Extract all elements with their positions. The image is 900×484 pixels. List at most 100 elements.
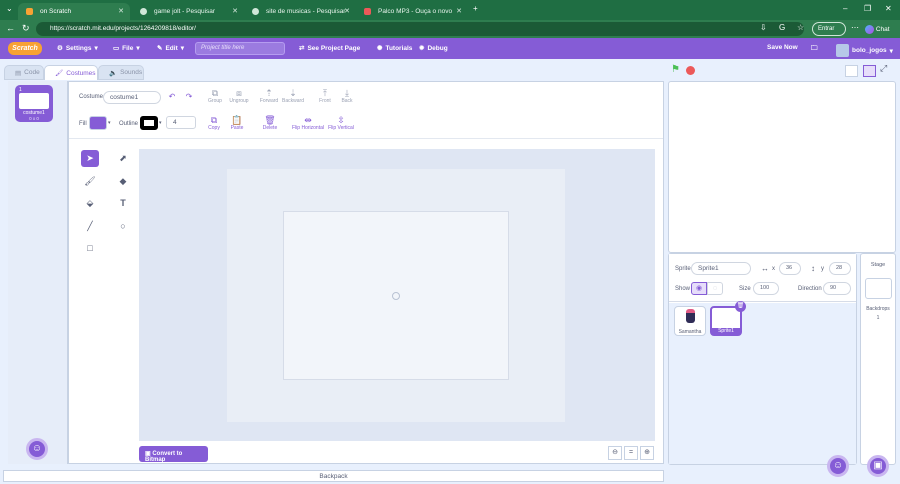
delete-button[interactable]: 🗑 Delete <box>256 115 284 131</box>
delete-sprite-icon[interactable]: 🗑 <box>735 301 746 312</box>
x-input[interactable]: 36 <box>779 262 801 275</box>
my-stuff-button[interactable]: 🗀 <box>811 44 818 55</box>
paste-button[interactable]: 📋 Paste <box>223 115 251 131</box>
choose-costume-button[interactable]: ☺ <box>26 438 48 460</box>
circle-tool-icon[interactable]: ○ <box>114 218 132 235</box>
flip-horizontal-icon: ⇹ <box>304 115 312 125</box>
account-menu[interactable]: bolo_jogos ▾ <box>836 44 893 57</box>
redo-icon[interactable]: ↷ <box>182 92 196 101</box>
reload-icon[interactable]: ↻ <box>22 23 30 34</box>
green-flag-icon[interactable]: ⚑ <box>671 64 680 75</box>
sign-in-button[interactable]: Entrar <box>812 22 846 36</box>
browser-tab-game-jolt[interactable]: game jolt - Pesquisar ✕ <box>132 3 244 20</box>
close-icon[interactable]: ✕ <box>456 7 462 15</box>
see-project-page-button[interactable]: ⇄ See Project Page <box>299 44 360 53</box>
backward-button[interactable]: ⇣ Backward <box>279 88 307 104</box>
url-field[interactable]: https://scratch.mit.edu/projects/1264209… <box>36 22 804 36</box>
stage-title: Stage <box>870 262 886 268</box>
close-icon[interactable]: ✕ <box>344 7 350 15</box>
zoom-in-button[interactable]: ⊕ <box>640 446 654 460</box>
back-button[interactable]: ⤓ Back <box>333 88 361 104</box>
debug-label: Debug <box>427 44 448 52</box>
stage-selector[interactable]: Stage Backdrops 1 <box>860 253 896 465</box>
convert-to-bitmap-button[interactable]: ▣ Convert to Bitmap <box>139 446 208 463</box>
tab-code[interactable]: ▤ Code <box>4 65 44 80</box>
chat-button[interactable]: Chat <box>865 22 890 34</box>
minimize-icon[interactable]: – <box>843 4 847 13</box>
stage-canvas[interactable] <box>668 81 896 253</box>
reshape-tool-icon[interactable]: ⬈ <box>114 150 132 167</box>
backpack-label: Backpack <box>319 473 348 480</box>
select-tool-icon[interactable]: ➤ <box>81 150 99 167</box>
undo-icon[interactable]: ↶ <box>165 92 179 101</box>
y-label: y <box>821 266 824 272</box>
scratch-logo[interactable]: Scratch <box>8 42 42 55</box>
zoom-reset-button[interactable]: = <box>624 446 638 460</box>
edit-label: Edit <box>165 44 178 52</box>
paint-canvas[interactable] <box>283 211 509 380</box>
show-visible-button[interactable]: ◉ <box>691 282 707 295</box>
debug-icon: ✹ <box>419 45 425 52</box>
browser-tab-palco-mp3[interactable]: Palco MP3 - Ouça o novo ✕ <box>356 3 468 20</box>
save-now-button[interactable]: Save Now <box>767 44 798 51</box>
size-label: Size <box>739 286 751 292</box>
small-stage-icon[interactable] <box>845 65 858 77</box>
window-close-icon[interactable]: ✕ <box>885 4 892 13</box>
hide-button[interactable]: ◌ <box>707 282 723 295</box>
ungroup-button[interactable]: ⧈ Ungroup <box>225 88 253 104</box>
outline-width-input[interactable]: 4 <box>166 116 196 129</box>
backpack-bar[interactable]: Backpack <box>3 470 664 482</box>
outline-color-swatch[interactable] <box>140 116 158 130</box>
browser-tab-site-musicas[interactable]: site de musicas - Pesquisar ✕ <box>244 3 356 20</box>
size-input[interactable]: 100 <box>753 282 779 295</box>
direction-input[interactable]: 90 <box>823 282 851 295</box>
fill-color-swatch[interactable] <box>89 116 107 130</box>
direction-value: 90 <box>830 285 837 291</box>
sprite-name-input[interactable]: Sprite1 <box>691 262 751 275</box>
choose-backdrop-button[interactable]: ▣ <box>867 455 889 477</box>
eraser-tool-icon[interactable]: ◆ <box>114 173 132 190</box>
normal-stage-icon[interactable] <box>863 65 876 77</box>
close-icon[interactable]: ✕ <box>118 7 124 15</box>
flip-vertical-button[interactable]: ⇳ Flip Vertical <box>326 115 356 131</box>
line-tool-icon[interactable]: ╱ <box>81 218 99 235</box>
tab-sounds[interactable]: 🔈 Sounds <box>98 65 144 80</box>
back-icon[interactable]: ← <box>6 23 15 33</box>
file-label: File <box>122 44 134 52</box>
flip-horizontal-button[interactable]: ⇹ Flip Horizontal <box>291 115 325 131</box>
tab-costumes[interactable]: 🖌 Costumes <box>44 65 98 80</box>
google-icon[interactable]: G <box>779 23 785 32</box>
size-value: 100 <box>760 285 770 291</box>
costume-name-input[interactable]: costume1 <box>103 91 161 104</box>
stop-icon[interactable] <box>686 66 695 75</box>
fill-tool-icon[interactable]: ⬙ <box>81 195 99 212</box>
rectangle-tool-icon[interactable]: □ <box>81 240 99 257</box>
edit-menu[interactable]: ✎ Edit ▾ <box>157 44 184 53</box>
more-menu-icon[interactable]: ⋯ <box>851 23 859 32</box>
flip-horizontal-label: Flip Horizontal <box>292 125 324 131</box>
close-icon[interactable]: ✕ <box>232 7 238 15</box>
brush-tool-icon[interactable]: 🖌 <box>81 173 99 190</box>
maximize-icon[interactable]: ❐ <box>864 4 871 13</box>
zoom-out-button[interactable]: ⊖ <box>608 446 622 460</box>
install-icon[interactable]: ⇩ <box>760 23 767 32</box>
project-title-input[interactable]: Project title here <box>195 42 285 55</box>
settings-menu[interactable]: ⚙ Settings ▾ <box>57 44 98 53</box>
outline-dropdown-icon[interactable]: ▾ <box>159 120 162 126</box>
tab-list-icon[interactable]: ⌄ <box>6 4 13 13</box>
y-input[interactable]: 28 <box>829 262 851 275</box>
paint-canvas-area[interactable] <box>139 149 655 441</box>
x-value: 36 <box>786 265 793 271</box>
choose-sprite-button[interactable]: ☺ <box>827 455 849 477</box>
bookmark-star-icon[interactable]: ☆ <box>797 23 804 32</box>
fill-dropdown-icon[interactable]: ▾ <box>108 120 111 126</box>
file-menu[interactable]: ▭ File ▾ <box>113 44 140 53</box>
costume-tile[interactable]: 1 costume1 0 x 0 <box>15 85 53 122</box>
browser-tab-scratch[interactable]: on Scratch ✕ <box>18 3 130 20</box>
fullscreen-icon[interactable]: ⤢ <box>880 63 887 74</box>
tutorials-button[interactable]: ✺ Tutorials <box>377 44 412 53</box>
new-tab-icon[interactable]: + <box>473 4 478 13</box>
sprite-tile-samantha[interactable]: Samantha <box>674 306 706 336</box>
text-tool-icon[interactable]: T <box>114 195 132 212</box>
debug-button[interactable]: ✹ Debug <box>419 44 448 53</box>
